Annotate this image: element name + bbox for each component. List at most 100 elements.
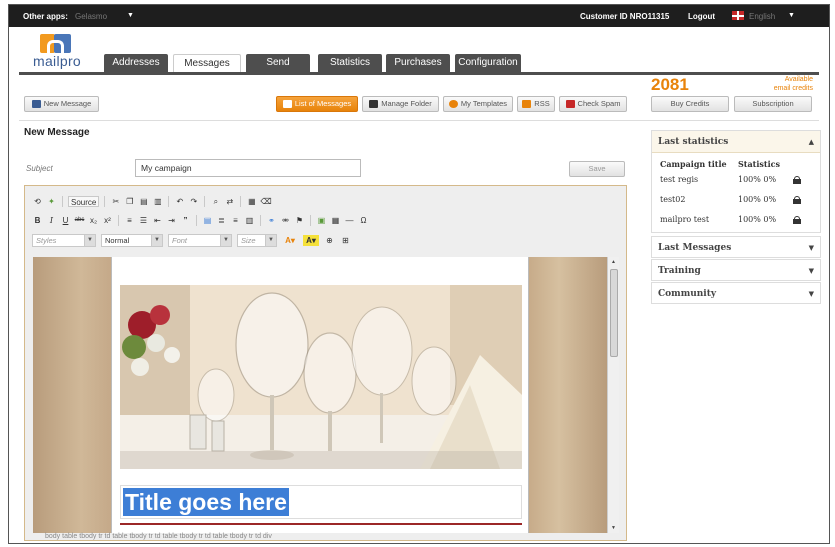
scroll-down-icon[interactable]: ▼ bbox=[608, 523, 619, 533]
paste-word-icon[interactable]: ▥ bbox=[152, 196, 163, 207]
format-value: Normal bbox=[105, 235, 130, 245]
anchor-icon[interactable]: ⚑ bbox=[294, 215, 305, 226]
editor-content[interactable]: Title goes here ▲ ▼ bbox=[33, 257, 619, 533]
tab-messages[interactable]: Messages bbox=[173, 54, 241, 72]
list-of-messages-button[interactable]: List of Messages bbox=[276, 96, 358, 112]
cut-icon[interactable]: ✂ bbox=[110, 196, 121, 207]
subject-input[interactable] bbox=[135, 159, 361, 177]
community-header[interactable]: Community ▼ bbox=[652, 283, 820, 305]
superscript-icon[interactable]: x² bbox=[102, 215, 113, 226]
check-spam-button[interactable]: Check Spam bbox=[559, 96, 627, 112]
bold-icon[interactable]: B bbox=[32, 215, 43, 226]
undo-style-icon[interactable]: ⟲ bbox=[32, 196, 43, 207]
chevron-down-icon[interactable]: ▼ bbox=[809, 289, 814, 298]
chevron-down-icon[interactable]: ▼ bbox=[809, 266, 814, 275]
stat-row-name[interactable]: mailpro test bbox=[660, 215, 709, 224]
align-center-icon[interactable]: ≣ bbox=[216, 215, 227, 226]
italic-icon[interactable]: I bbox=[46, 215, 57, 226]
my-templates-button[interactable]: My Templates bbox=[443, 96, 513, 112]
styles-select[interactable]: Styles ▼ bbox=[32, 233, 96, 247]
language-select[interactable]: English bbox=[749, 12, 775, 21]
community-panel[interactable]: Community ▼ bbox=[651, 282, 821, 304]
maximize-icon[interactable]: ⊕ bbox=[324, 235, 335, 246]
align-left-icon[interactable]: ▤ bbox=[202, 215, 213, 226]
logo-text[interactable]: mailpro bbox=[33, 53, 81, 69]
image-icon[interactable]: ▣ bbox=[316, 215, 327, 226]
training-header[interactable]: Training ▼ bbox=[652, 260, 820, 282]
table-icon[interactable]: ▦ bbox=[330, 215, 341, 226]
redo-icon[interactable]: ↷ bbox=[188, 196, 199, 207]
customer-id: Customer ID NRO11315 bbox=[580, 12, 670, 21]
save-button[interactable]: Save bbox=[569, 161, 625, 177]
show-blocks-icon[interactable]: ⊞ bbox=[340, 235, 351, 246]
copy-icon[interactable]: ❐ bbox=[124, 196, 135, 207]
training-panel[interactable]: Training ▼ bbox=[651, 259, 821, 281]
chevron-down-icon[interactable]: ▼ bbox=[809, 243, 814, 252]
special-char-icon[interactable]: Ω bbox=[358, 215, 369, 226]
indent-icon[interactable]: ⇥ bbox=[166, 215, 177, 226]
mailpro-logo-icon[interactable] bbox=[40, 31, 72, 53]
other-apps-select[interactable]: Gelasmo bbox=[75, 12, 107, 21]
tab-configuration[interactable]: Configuration bbox=[455, 54, 521, 72]
stats-lock-icon[interactable] bbox=[793, 216, 801, 224]
chevron-up-icon[interactable]: ▲ bbox=[809, 137, 814, 146]
stats-lock-icon[interactable] bbox=[793, 196, 801, 204]
new-message-button[interactable]: New Message bbox=[24, 96, 99, 112]
stat-row-name[interactable]: test02 bbox=[660, 195, 685, 204]
eraser-icon[interactable]: ⌫ bbox=[260, 196, 271, 207]
chevron-down-icon: ▼ bbox=[84, 233, 96, 247]
underline-icon[interactable]: U bbox=[60, 215, 71, 226]
last-messages-panel[interactable]: Last Messages ▼ bbox=[651, 236, 821, 258]
subscription-button[interactable]: Subscription bbox=[734, 96, 812, 112]
title-block[interactable]: Title goes here bbox=[120, 485, 522, 519]
rss-button[interactable]: RSS bbox=[517, 96, 555, 112]
find-icon[interactable]: ⌕ bbox=[210, 196, 221, 207]
logout-link[interactable]: Logout bbox=[688, 12, 715, 21]
source-button[interactable]: Source bbox=[68, 195, 100, 207]
blockquote-icon[interactable]: ” bbox=[180, 215, 191, 226]
bullet-list-icon[interactable]: ☰ bbox=[138, 215, 149, 226]
title-text[interactable]: Title goes here bbox=[123, 488, 289, 516]
background-color-icon[interactable]: A▾ bbox=[303, 234, 319, 246]
replace-icon[interactable]: ⇄ bbox=[224, 196, 235, 207]
last-messages-header[interactable]: Last Messages ▼ bbox=[652, 237, 820, 259]
justify-icon[interactable]: ▥ bbox=[244, 215, 255, 226]
scroll-thumb[interactable] bbox=[610, 269, 618, 357]
element-path[interactable]: body table tbody tr td table tbody tr td… bbox=[45, 533, 272, 540]
top-bar: Other apps: Gelasmo ▼ Customer ID NRO113… bbox=[9, 5, 829, 27]
tab-addresses[interactable]: Addresses bbox=[104, 54, 168, 72]
column-campaign-title: Campaign title bbox=[660, 159, 727, 169]
stat-row-name[interactable]: test regis bbox=[660, 175, 698, 184]
scroll-up-icon[interactable]: ▲ bbox=[608, 257, 619, 267]
manage-folder-button[interactable]: Manage Folder bbox=[362, 96, 439, 112]
select-all-icon[interactable]: ▦ bbox=[246, 196, 257, 207]
templates-icon bbox=[448, 100, 458, 109]
font-select[interactable]: Font ▼ bbox=[168, 233, 232, 247]
preview-icon[interactable]: ✦ bbox=[46, 196, 57, 207]
stats-lock-icon[interactable] bbox=[793, 176, 801, 184]
horizontal-rule-icon[interactable]: — bbox=[344, 215, 355, 226]
banner-image[interactable] bbox=[120, 285, 522, 469]
tab-statistics[interactable]: Statistics bbox=[318, 54, 382, 72]
size-select[interactable]: Size ▼ bbox=[237, 233, 277, 247]
chevron-down-icon[interactable]: ▼ bbox=[127, 12, 134, 19]
rich-text-editor: ⟲ ✦ Source ✂ ❐ ▤ ▥ ↶ ↷ ⌕ ⇄ ▦ ⌫ B I U abc… bbox=[24, 185, 627, 541]
tab-send[interactable]: Send bbox=[246, 54, 310, 72]
numbered-list-icon[interactable]: ≡ bbox=[124, 215, 135, 226]
paste-icon[interactable]: ▤ bbox=[138, 196, 149, 207]
last-statistics-header[interactable]: Last statistics ▲ bbox=[652, 131, 820, 153]
tab-purchases[interactable]: Purchases bbox=[386, 54, 450, 72]
strikethrough-icon[interactable]: abc bbox=[74, 215, 85, 226]
link-icon[interactable]: ⚭ bbox=[266, 215, 277, 226]
outdent-icon[interactable]: ⇤ bbox=[152, 215, 163, 226]
editor-scrollbar[interactable]: ▲ ▼ bbox=[607, 257, 619, 533]
buy-credits-button[interactable]: Buy Credits bbox=[651, 96, 729, 112]
text-color-icon[interactable]: A▾ bbox=[282, 235, 298, 246]
align-right-icon[interactable]: ≡ bbox=[230, 215, 241, 226]
stat-row-values: 100% 0% bbox=[738, 215, 777, 224]
unlink-icon[interactable]: ⚮ bbox=[280, 215, 291, 226]
undo-icon[interactable]: ↶ bbox=[174, 196, 185, 207]
chevron-down-icon[interactable]: ▼ bbox=[788, 12, 795, 19]
format-select[interactable]: Normal ▼ bbox=[101, 233, 163, 247]
subscript-icon[interactable]: x₂ bbox=[88, 215, 99, 226]
